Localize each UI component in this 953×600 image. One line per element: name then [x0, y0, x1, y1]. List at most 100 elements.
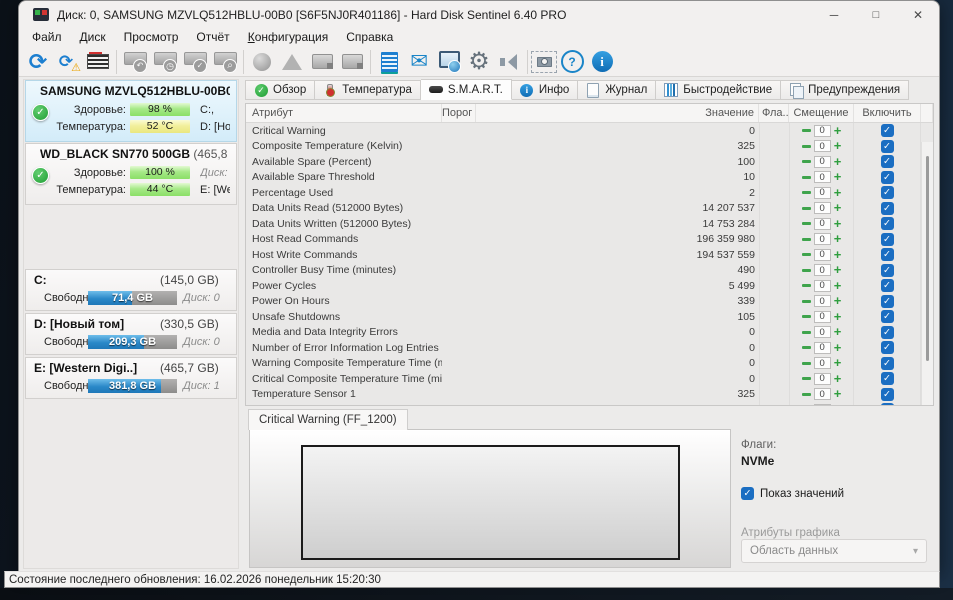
increase-offset-button[interactable]: + — [834, 139, 842, 152]
show-values-checkbox[interactable]: ✓ — [741, 487, 754, 500]
column-header-value[interactable]: Значение — [476, 104, 759, 122]
enable-checkbox[interactable]: ✓ — [880, 387, 894, 401]
increase-offset-button[interactable]: + — [834, 387, 842, 400]
increase-offset-button[interactable]: + — [834, 170, 842, 183]
enable-checkbox[interactable]: ✓ — [880, 341, 894, 355]
close-button[interactable]: ✕ — [897, 1, 939, 28]
enable-checkbox[interactable]: ✓ — [880, 356, 894, 370]
increase-offset-button[interactable]: + — [834, 248, 842, 261]
decrease-offset-button[interactable] — [801, 284, 811, 288]
decrease-offset-button[interactable] — [801, 144, 811, 148]
enable-checkbox[interactable]: ✓ — [880, 248, 894, 262]
increase-offset-button[interactable]: + — [834, 186, 842, 199]
table-row[interactable]: Composite Temperature (Kelvin) 325 0 + ✓ — [246, 138, 933, 154]
increase-offset-button[interactable]: + — [834, 325, 842, 338]
enable-checkbox[interactable]: ✓ — [880, 201, 894, 215]
table-row[interactable]: Number of Error Information Log Entries 0… — [246, 340, 933, 356]
enable-checkbox[interactable]: ✓ — [880, 232, 894, 246]
enable-checkbox[interactable]: ✓ — [880, 325, 894, 339]
enable-checkbox[interactable]: ✓ — [880, 263, 894, 277]
increase-offset-button[interactable]: + — [834, 356, 842, 369]
increase-offset-button[interactable]: + — [834, 232, 842, 245]
tab-Инфо[interactable]: Инфо — [511, 80, 579, 100]
decrease-offset-button[interactable] — [801, 175, 811, 179]
decrease-offset-button[interactable] — [801, 330, 811, 334]
partition-panel[interactable]: E: [Western Digi..] (465,7 GB) Свободно 381… — [25, 357, 237, 399]
table-row[interactable]: Power On Hours 339 0 + ✓ — [246, 293, 933, 309]
enable-checkbox[interactable]: ✓ — [880, 279, 894, 293]
decrease-offset-button[interactable] — [801, 268, 811, 272]
table-row[interactable]: Host Write Commands 194 537 559 0 + ✓ — [246, 247, 933, 263]
increase-offset-button[interactable]: + — [834, 263, 842, 276]
table-row[interactable]: Data Units Read (512000 Bytes) 14 207 537… — [246, 200, 933, 216]
enable-checkbox[interactable]: ✓ — [880, 186, 894, 200]
decrease-offset-button[interactable] — [801, 392, 811, 396]
vertical-scrollbar[interactable] — [921, 142, 933, 405]
decrease-offset-button[interactable] — [801, 346, 811, 350]
menu-item-Справка[interactable]: Справка — [337, 28, 402, 47]
surface-test-icon[interactable] — [83, 49, 113, 75]
scrollbar-thumb[interactable] — [926, 156, 929, 361]
mail-icon[interactable] — [404, 49, 434, 75]
disk-panel[interactable]: SAMSUNG MZVLQ512HBLU-00B0 (476,9 GB) ✓ Здо… — [25, 80, 237, 142]
tab-Обзор[interactable]: Обзор — [245, 80, 316, 100]
table-row[interactable]: Data Units Written (512000 Bytes) 14 753 … — [246, 216, 933, 232]
table-row[interactable]: Power Cycles 5 499 0 + ✓ — [246, 278, 933, 294]
table-row[interactable]: Available Spare (Percent) 100 0 + ✓ — [246, 154, 933, 170]
column-header-flags[interactable]: Фла... — [759, 104, 789, 122]
table-row[interactable]: Percentage Used 2 0 + ✓ — [246, 185, 933, 201]
camera-icon[interactable] — [531, 50, 557, 73]
enable-checkbox[interactable]: ✓ — [880, 310, 894, 324]
graph-area-dropdown[interactable]: Область данных ▾ — [741, 539, 927, 563]
table-row[interactable]: Temperature Sensor 1 325 0 + ✓ — [246, 386, 933, 402]
column-header-threshold[interactable]: Порог — [442, 104, 476, 122]
menu-item-Просмотр[interactable]: Просмотр — [115, 28, 188, 47]
enable-checkbox[interactable]: ✓ — [880, 139, 894, 153]
settings-icon[interactable] — [464, 49, 494, 75]
partition-panel[interactable]: D: [Новый том] (330,5 GB) Свободно 209,3 GB… — [25, 313, 237, 355]
decrease-offset-button[interactable] — [801, 206, 811, 210]
refresh-icon[interactable] — [23, 49, 53, 75]
decrease-offset-button[interactable] — [801, 129, 811, 133]
increase-offset-button[interactable]: + — [834, 155, 842, 168]
enable-checkbox[interactable]: ✓ — [880, 155, 894, 169]
table-row[interactable]: Unsafe Shutdowns 105 0 + ✓ — [246, 309, 933, 325]
decrease-offset-button[interactable] — [801, 377, 811, 381]
table-row[interactable]: Media and Data Integrity Errors 0 0 + ✓ — [246, 324, 933, 340]
partition-panel[interactable]: C: (145,0 GB) Свободно 71,4 GB Диск: 0 — [25, 269, 237, 311]
table-row[interactable]: Host Read Commands 196 359 980 0 + ✓ — [246, 231, 933, 247]
decrease-offset-button[interactable] — [801, 222, 811, 226]
report-icon[interactable] — [374, 49, 404, 75]
info-icon[interactable] — [587, 49, 617, 75]
column-header-offset[interactable]: Смещение — [789, 104, 854, 122]
decrease-offset-button[interactable] — [801, 299, 811, 303]
tab-S.M.A.R.T.[interactable]: S.M.A.R.T. — [420, 79, 512, 100]
help-icon[interactable] — [557, 49, 587, 75]
enable-checkbox[interactable]: ✓ — [880, 294, 894, 308]
increase-offset-button[interactable]: + — [834, 217, 842, 230]
increase-offset-button[interactable]: + — [834, 341, 842, 354]
decrease-offset-button[interactable] — [801, 191, 811, 195]
table-row[interactable]: Warning Composite Temperature Time (minu… — [246, 355, 933, 371]
minimize-button[interactable]: ─ — [813, 1, 855, 28]
decrease-offset-button[interactable] — [801, 160, 811, 164]
table-row[interactable]: Controller Busy Time (minutes) 490 0 + ✓ — [246, 262, 933, 278]
table-row[interactable]: Available Spare Threshold 10 0 + ✓ — [246, 169, 933, 185]
maximize-button[interactable]: □ — [855, 1, 897, 28]
increase-offset-button[interactable]: + — [834, 310, 842, 323]
decrease-offset-button[interactable] — [801, 237, 811, 241]
decrease-offset-button[interactable] — [801, 361, 811, 365]
column-header-attribute[interactable]: Атрибут — [246, 104, 442, 122]
column-header-enable[interactable]: Включить — [854, 104, 921, 122]
enable-checkbox[interactable]: ✓ — [880, 372, 894, 386]
menu-item-Отчёт[interactable]: Отчёт — [187, 28, 238, 47]
increase-offset-button[interactable]: + — [834, 124, 842, 137]
enable-checkbox[interactable]: ✓ — [880, 124, 894, 138]
tab-Быстродействие[interactable]: Быстродействие — [656, 80, 782, 100]
menu-item-Файл[interactable]: Файл — [23, 28, 71, 47]
sound-icon[interactable] — [494, 49, 524, 75]
increase-offset-button[interactable]: + — [834, 372, 842, 385]
disk-panel[interactable]: WD_BLACK SN770 500GB (465,8 GB) ✓ Здоровье… — [25, 143, 237, 205]
menu-item-Конфигурация[interactable]: Конфигурация — [239, 28, 338, 47]
decrease-offset-button[interactable] — [801, 315, 811, 319]
